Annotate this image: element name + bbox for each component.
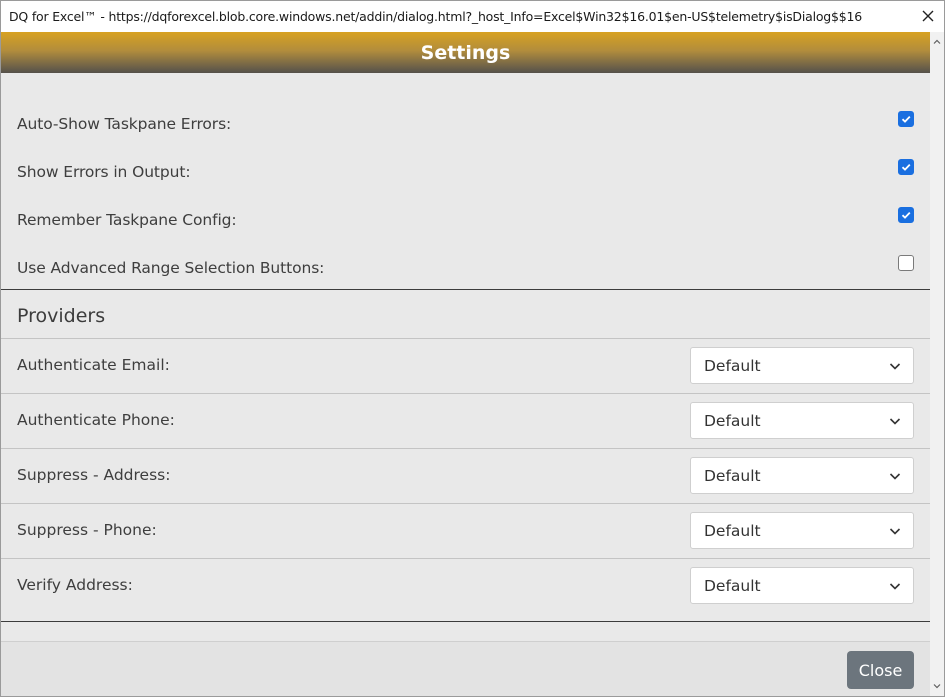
chevron-down-icon xyxy=(889,473,901,480)
provider-select-authenticate-phone[interactable]: Default xyxy=(690,402,914,439)
provider-label: Authenticate Phone: xyxy=(17,411,175,429)
provider-select-suppress-phone[interactable]: Default xyxy=(690,512,914,549)
checkbox-auto-show-errors[interactable] xyxy=(898,111,914,127)
provider-select-authenticate-email[interactable]: Default xyxy=(690,347,914,384)
chevron-down-icon xyxy=(889,583,901,590)
chevron-down-icon xyxy=(889,528,901,535)
checkmark-icon xyxy=(901,115,911,123)
pref-row-show-errors-output: Show Errors in Output: xyxy=(1,149,930,197)
settings-header: Settings xyxy=(1,32,930,73)
close-button[interactable]: Close xyxy=(847,651,914,689)
chevron-down-icon xyxy=(889,418,901,425)
pref-label: Remember Taskpane Config: xyxy=(17,211,237,229)
provider-label: Authenticate Email: xyxy=(17,356,170,374)
select-value: Default xyxy=(704,577,761,595)
select-value: Default xyxy=(704,357,761,375)
pref-label: Show Errors in Output: xyxy=(17,163,191,181)
pref-row-auto-show-errors: Auto-Show Taskpane Errors: xyxy=(1,101,930,149)
select-value: Default xyxy=(704,522,761,540)
window-close-button[interactable] xyxy=(918,6,938,26)
window-title: DQ for Excel™ - https://dqforexcel.blob.… xyxy=(9,9,863,24)
provider-row-suppress-phone: Suppress - Phone: Default xyxy=(1,503,930,557)
pref-row-remember-config: Remember Taskpane Config: xyxy=(1,197,930,245)
providers-heading: Providers xyxy=(17,305,106,327)
provider-row-verify-address: Verify Address: Default xyxy=(1,558,930,612)
pref-label: Use Advanced Range Selection Buttons: xyxy=(17,259,325,277)
provider-label: Verify Address: xyxy=(17,576,133,594)
dialog-footer: Close xyxy=(1,641,930,696)
provider-select-verify-address[interactable]: Default xyxy=(690,567,914,604)
checkmark-icon xyxy=(901,163,911,171)
provider-row-authenticate-phone: Authenticate Phone: Default xyxy=(1,393,930,447)
page-title: Settings xyxy=(420,41,511,64)
scroll-up-icon[interactable] xyxy=(933,38,941,46)
checkbox-advanced-range[interactable] xyxy=(898,255,914,271)
select-value: Default xyxy=(704,467,761,485)
pref-label: Auto-Show Taskpane Errors: xyxy=(17,115,232,133)
select-value: Default xyxy=(704,412,761,430)
close-icon xyxy=(922,10,934,22)
provider-select-suppress-address[interactable]: Default xyxy=(690,457,914,494)
pref-row-advanced-range: Use Advanced Range Selection Buttons: xyxy=(1,245,930,293)
checkmark-icon xyxy=(901,211,911,219)
chevron-down-icon xyxy=(889,363,901,370)
section-divider xyxy=(1,289,930,290)
section-divider xyxy=(1,621,930,622)
provider-row-suppress-address: Suppress - Address: Default xyxy=(1,448,930,502)
scroll-down-icon[interactable] xyxy=(933,682,941,690)
vertical-scrollbar[interactable] xyxy=(930,32,944,696)
settings-content: Auto-Show Taskpane Errors: Show Errors i… xyxy=(1,73,930,641)
provider-row-authenticate-email: Authenticate Email: Default xyxy=(1,338,930,392)
checkbox-remember-config[interactable] xyxy=(898,207,914,223)
checkbox-show-errors-output[interactable] xyxy=(898,159,914,175)
title-bar: DQ for Excel™ - https://dqforexcel.blob.… xyxy=(1,1,944,32)
provider-label: Suppress - Address: xyxy=(17,466,171,484)
dialog-window: DQ for Excel™ - https://dqforexcel.blob.… xyxy=(0,0,945,697)
provider-label: Suppress - Phone: xyxy=(17,521,157,539)
